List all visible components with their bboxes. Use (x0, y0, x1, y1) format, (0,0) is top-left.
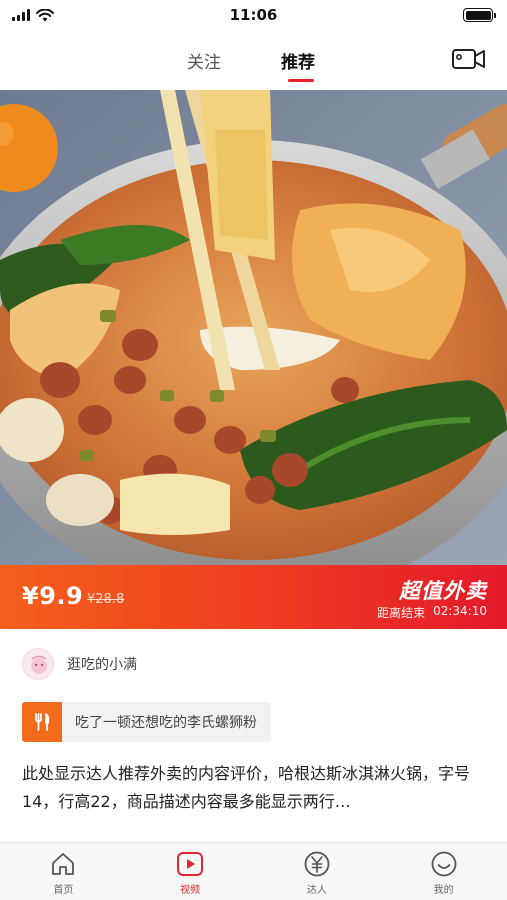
tab-influencer[interactable]: 达人 (254, 843, 381, 900)
status-left (12, 8, 54, 22)
countdown-time: 02:34:10 (433, 604, 487, 618)
home-icon (52, 853, 75, 875)
avatar-image (31, 655, 47, 674)
author-name[interactable]: 逛吃的小满 (67, 654, 137, 674)
tab-mine-label: 我的 (433, 885, 454, 896)
product-name: 吃了一顿还想吃的李氏螺狮粉 (75, 715, 257, 731)
battery-icon (463, 8, 496, 22)
tab-home-label: 首页 (53, 885, 74, 896)
wifi-icon (36, 8, 54, 21)
bottom-tab-bar: 首页 视频 达人 我的 (0, 842, 507, 900)
promo-title: 超值外卖 (399, 579, 487, 603)
avatar[interactable] (22, 648, 54, 680)
author-row[interactable]: 逛吃的小满 (22, 648, 137, 680)
video-play-icon (177, 852, 204, 876)
fork-knife-icon (22, 702, 62, 742)
status-bar: 11:06 (0, 0, 507, 30)
tab-mine[interactable]: 我的 (380, 843, 507, 900)
tab-follow[interactable]: 关注 (187, 48, 221, 73)
smile-face-icon (431, 851, 457, 877)
top-nav: 关注 推荐 (0, 30, 507, 90)
promo-banner[interactable]: ¥9.9 ¥28.8 超值外卖 距离结束 02:34:10 (0, 565, 507, 629)
food-photo (0, 90, 507, 565)
countdown-label: 距离结束 (377, 606, 426, 620)
tab-video-label: 视频 (180, 885, 201, 896)
tab-recommend[interactable]: 推荐 (281, 48, 315, 73)
product-chip[interactable]: 吃了一顿还想吃的李氏螺狮粉 (22, 702, 271, 742)
signal-icon (12, 9, 30, 21)
tab-home[interactable]: 首页 (0, 843, 127, 900)
active-tab-indicator (288, 79, 314, 82)
promo-price: ¥9.9 (22, 582, 84, 610)
hero-food-image[interactable] (0, 90, 507, 565)
tab-influencer-label: 达人 (306, 885, 327, 896)
video-camera-icon[interactable] (451, 45, 487, 73)
tab-video[interactable]: 视频 (127, 843, 254, 900)
yen-coin-icon (304, 851, 330, 877)
battery-fill (465, 10, 491, 20)
review-description: 此处显示达人推荐外卖的内容评价，哈根达斯冰淇淋火锅，字号14，行高22，商品描述… (22, 764, 471, 811)
promo-original-price: ¥28.8 (87, 592, 125, 607)
promo-countdown: 距离结束 02:34:10 (377, 604, 487, 621)
status-time: 11:06 (229, 6, 278, 24)
